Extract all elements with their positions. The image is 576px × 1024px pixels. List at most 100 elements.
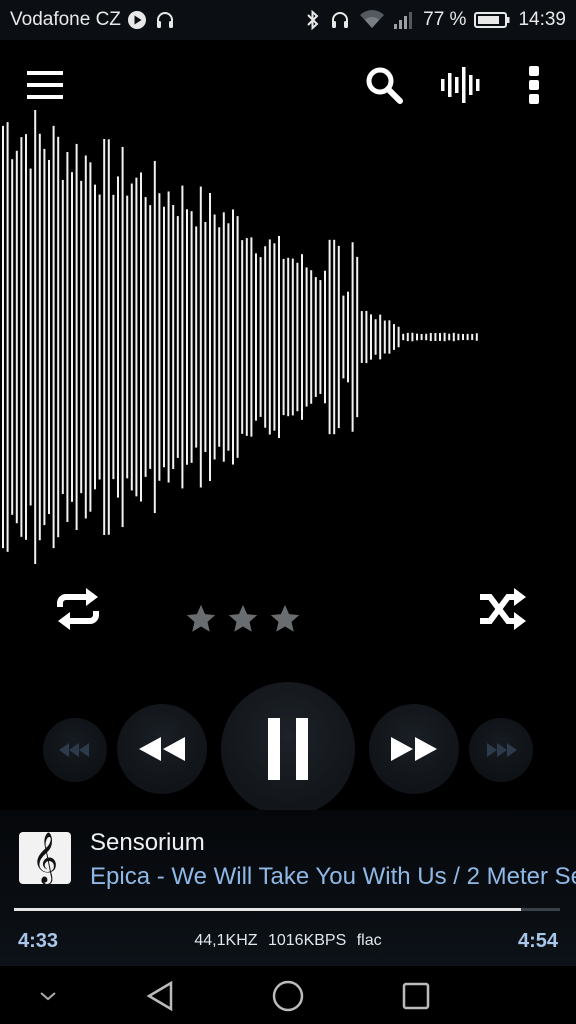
waveform-bar xyxy=(61,179,64,495)
waveform-bar xyxy=(140,172,142,502)
waveform-bar xyxy=(20,137,23,537)
pause-icon[interactable] xyxy=(221,682,355,816)
carrier-name: Vodafone CZ xyxy=(10,9,121,30)
waveform-bar xyxy=(167,191,170,483)
waveform-bar xyxy=(48,159,50,515)
headphones-icon xyxy=(329,10,351,30)
waveform-bar xyxy=(328,239,331,435)
waveform-bar xyxy=(29,168,32,506)
next-track-icon[interactable] xyxy=(469,718,533,782)
waveform-bar xyxy=(199,186,202,488)
waveform-bar xyxy=(80,180,83,494)
waveform-bar xyxy=(324,270,326,404)
waveform-bar xyxy=(213,214,216,460)
waveform-bar xyxy=(172,204,175,470)
system-nav-bar xyxy=(0,966,576,1024)
waveform-bar xyxy=(411,332,414,342)
waveform-bar xyxy=(163,206,165,468)
waveform-bar xyxy=(103,138,106,536)
waveform-bar xyxy=(439,333,441,341)
waveform-bar xyxy=(305,267,308,407)
progress-fill xyxy=(14,908,521,911)
waveform-bar xyxy=(264,246,267,428)
waveform-bar xyxy=(301,254,303,420)
waveform-bar xyxy=(34,110,37,564)
waveform-bar xyxy=(245,238,248,436)
waveform-bar xyxy=(420,333,423,341)
bluetooth-icon xyxy=(305,9,321,31)
waveform-bar xyxy=(466,333,469,341)
album-art[interactable]: 𝄞 xyxy=(19,832,71,884)
waveform-bar xyxy=(310,270,313,404)
waveform-bar xyxy=(218,227,221,447)
waveform-bar xyxy=(393,324,395,350)
waveform-bar xyxy=(57,136,60,538)
waveform-bar xyxy=(296,262,299,412)
waveform-bar xyxy=(52,125,55,549)
chevron-down-icon[interactable] xyxy=(26,976,70,1016)
waveform-bar xyxy=(117,176,119,498)
rewind-icon[interactable] xyxy=(117,704,207,794)
progress-bar[interactable] xyxy=(14,908,560,911)
waveform-bar xyxy=(278,235,280,439)
waveform-bar xyxy=(268,239,271,435)
mode-controls xyxy=(0,575,576,645)
back-icon[interactable] xyxy=(138,976,182,1016)
sample-rate: 44,1KHZ xyxy=(194,932,258,949)
now-playing-panel[interactable]: 𝄞 Sensorium Epica - We Will Take You Wit… xyxy=(0,810,576,966)
track-title: Sensorium xyxy=(90,829,205,856)
waveform-bar xyxy=(351,242,354,432)
rating[interactable] xyxy=(180,599,310,639)
previous-track-icon[interactable] xyxy=(43,718,107,782)
waveform-bar xyxy=(71,172,73,502)
waveform-bar xyxy=(75,143,78,531)
waveform-bar xyxy=(66,151,69,523)
waveform-bar xyxy=(282,258,285,416)
home-icon[interactable] xyxy=(266,976,310,1016)
bitrate: 1016KBPS xyxy=(267,932,347,949)
waveform-bar xyxy=(209,192,211,482)
waveform-bar xyxy=(204,221,207,453)
waveform-bar xyxy=(15,150,18,524)
waveform-bar xyxy=(158,193,161,481)
waveform-bar xyxy=(43,148,46,526)
waveform-bar xyxy=(190,211,193,463)
star-icon[interactable] xyxy=(180,599,222,639)
recents-icon[interactable] xyxy=(394,976,438,1016)
waveform-bar xyxy=(94,184,96,490)
waveform-bar xyxy=(186,209,188,465)
waveform-bar xyxy=(135,177,138,497)
waveform-bar xyxy=(241,240,244,434)
waveform-bar xyxy=(149,205,152,469)
play-circle-icon xyxy=(127,10,147,30)
repeat-icon[interactable] xyxy=(48,579,108,639)
treble-clef-icon: 𝄞 xyxy=(31,832,58,883)
waveform-bar xyxy=(195,226,198,448)
waveform-bar xyxy=(397,326,400,348)
waveform-bar xyxy=(475,333,478,341)
waveform-bar xyxy=(356,256,359,418)
total-time: 4:54 xyxy=(517,930,558,952)
waveform-bar xyxy=(425,333,428,341)
waveform-bar xyxy=(347,291,349,383)
fast-forward-icon[interactable] xyxy=(369,704,459,794)
waveform-bar xyxy=(416,333,418,341)
waveform-bar xyxy=(153,160,156,514)
waveform-bar xyxy=(250,237,253,437)
audio-info: 44,1KHZ 1016KBPS flac xyxy=(0,932,576,950)
waveform-bar xyxy=(388,320,391,354)
waveform-bar xyxy=(383,320,386,354)
transport-controls xyxy=(0,680,576,820)
star-icon[interactable] xyxy=(264,599,306,639)
waveform-bar xyxy=(181,185,184,489)
waveform-bar xyxy=(144,197,147,477)
waveform-bar xyxy=(98,194,101,480)
waveform-bar xyxy=(402,333,405,341)
waveform-bar xyxy=(255,253,257,421)
shuffle-icon[interactable] xyxy=(472,579,532,639)
star-icon[interactable] xyxy=(222,599,264,639)
waveform-bar xyxy=(374,319,377,355)
waveform-bar xyxy=(107,139,110,535)
waveform-visualization[interactable] xyxy=(0,90,576,590)
waveform-bar xyxy=(379,314,382,360)
